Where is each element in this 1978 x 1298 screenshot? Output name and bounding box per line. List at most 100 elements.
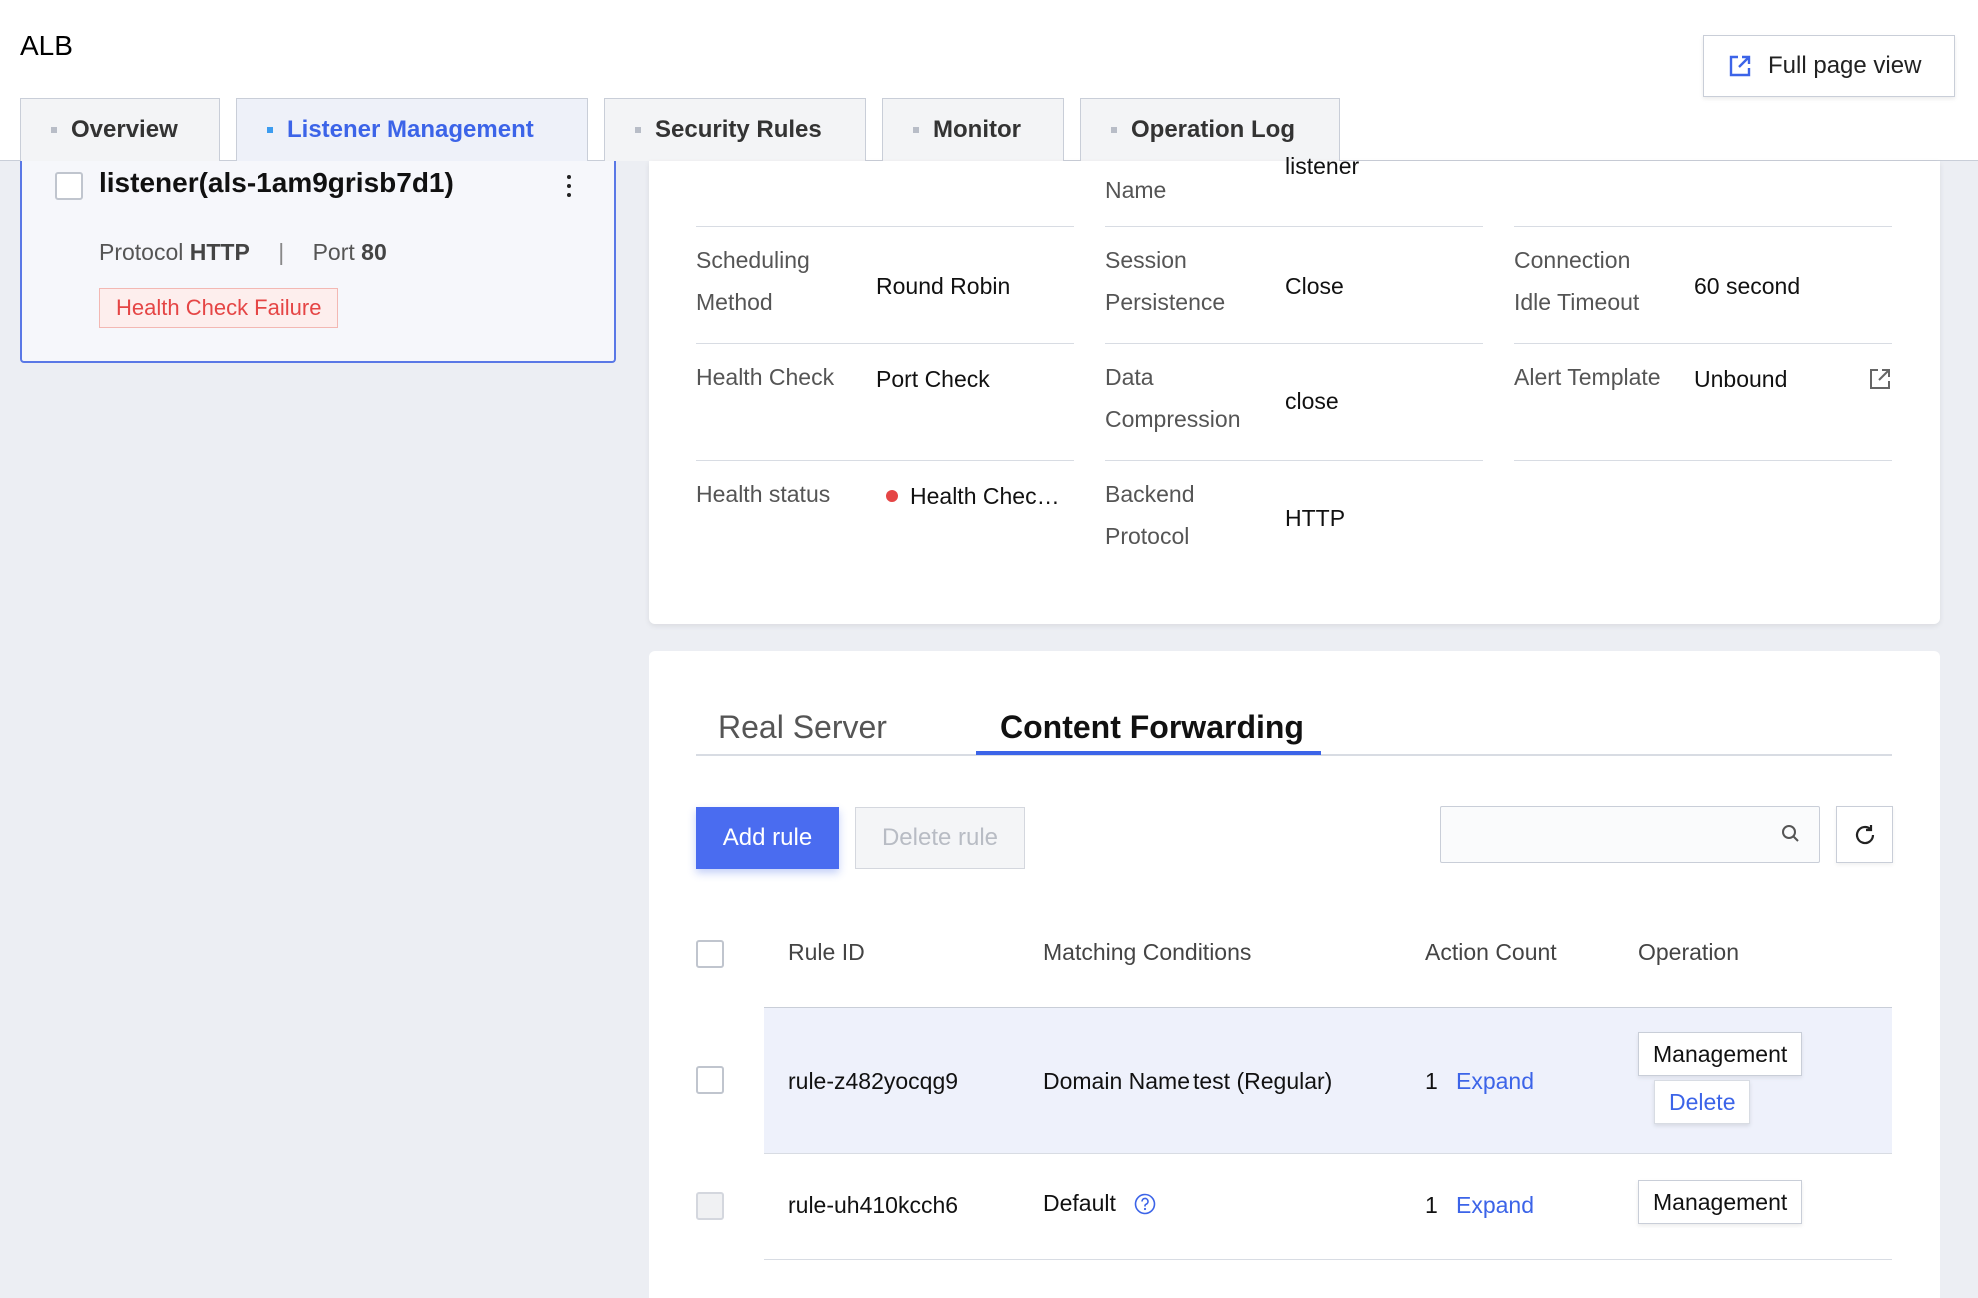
name-label: Name bbox=[1105, 177, 1167, 203]
search-field[interactable] bbox=[1440, 806, 1820, 863]
condition-type: Domain Name bbox=[1043, 1068, 1190, 1094]
table-row: rule-z482yocqg9 Domain Name test (Regula… bbox=[764, 1007, 1892, 1154]
column-header-rule-id: Rule ID bbox=[788, 939, 865, 965]
health-status-value: Health Chec… bbox=[886, 483, 1076, 510]
idle-value: 60 second bbox=[1694, 273, 1801, 299]
refresh-icon bbox=[1855, 824, 1874, 844]
column-header-operation: Operation bbox=[1638, 939, 1740, 965]
sub-tabs: Real Server Content Forwarding bbox=[696, 691, 1892, 756]
listener-checkbox[interactable] bbox=[55, 172, 83, 200]
tab-label: Overview bbox=[71, 116, 178, 143]
separator: | bbox=[278, 239, 285, 265]
action-count: 1 bbox=[1425, 1068, 1438, 1094]
alert-template-value: Unbound bbox=[1694, 366, 1788, 392]
tab-dot-icon bbox=[51, 127, 57, 133]
scheduling-label-line2: Method bbox=[696, 289, 773, 315]
scheduling-label-line1: Scheduling bbox=[696, 247, 810, 273]
tab-overview[interactable]: Overview bbox=[20, 98, 220, 161]
listener-name: listener(als-1am9grisb7d1) bbox=[99, 167, 454, 198]
rules-panel: Real Server Content Forwarding Add rule … bbox=[649, 651, 1940, 1298]
full-page-view-label: Full page view bbox=[1768, 52, 1922, 79]
search-icon[interactable] bbox=[1781, 824, 1801, 844]
listener-card[interactable]: listener(als-1am9grisb7d1) Protocol HTTP… bbox=[20, 161, 616, 363]
compression-value: close bbox=[1285, 388, 1339, 414]
compression-label-line1: Data bbox=[1105, 364, 1154, 390]
tab-label: Monitor bbox=[933, 116, 1021, 143]
tab-label: Security Rules bbox=[655, 116, 822, 143]
detail-cell-compression: Data Compression close bbox=[1105, 344, 1483, 461]
active-tab-underline bbox=[976, 751, 1321, 755]
health-check-failure-badge: Health Check Failure bbox=[99, 288, 339, 328]
port-label: Port bbox=[312, 239, 355, 265]
detail-cell-empty bbox=[696, 161, 1074, 227]
subtab-real-server[interactable]: Real Server bbox=[718, 709, 887, 746]
name-value: listener bbox=[1285, 153, 1360, 179]
column-header-matching-conditions: Matching Conditions bbox=[1043, 939, 1252, 965]
management-button[interactable]: Management bbox=[1638, 1180, 1803, 1224]
row-checkbox[interactable] bbox=[696, 1066, 724, 1094]
action-count: 1 bbox=[1425, 1192, 1438, 1218]
management-button[interactable]: Management bbox=[1638, 1032, 1803, 1076]
detail-cell-scheduling: Scheduling Method Round Robin bbox=[696, 227, 1074, 344]
search-input[interactable] bbox=[1441, 807, 1761, 862]
delete-rule-button: Delete rule bbox=[855, 807, 1025, 869]
tab-label: Operation Log bbox=[1131, 116, 1295, 143]
tab-dot-icon bbox=[635, 127, 641, 133]
health-check-value: Port Check bbox=[876, 366, 990, 392]
header: ALB Full page view Overview Listener Man… bbox=[0, 0, 1978, 161]
condition-value: test (Regular) bbox=[1193, 1068, 1333, 1094]
alert-template-label: Alert Template bbox=[1514, 364, 1661, 390]
help-icon[interactable] bbox=[1134, 1193, 1156, 1215]
add-rule-button[interactable]: Add rule bbox=[696, 807, 839, 869]
detail-cell-empty bbox=[1514, 161, 1892, 227]
refresh-button[interactable] bbox=[1836, 806, 1893, 863]
app-title: ALB bbox=[20, 30, 73, 61]
table-row: rule-uh410kcch6 Default 1 Expand Managem… bbox=[764, 1154, 1892, 1260]
expand-link[interactable]: Expand bbox=[1456, 1068, 1534, 1095]
condition-type: Default bbox=[1043, 1190, 1116, 1216]
tab-dot-icon bbox=[267, 127, 273, 133]
more-options-icon[interactable] bbox=[562, 171, 576, 201]
select-all-checkbox[interactable] bbox=[696, 940, 724, 968]
health-status-label: Health status bbox=[696, 481, 831, 507]
detail-cell-alert-template: Alert Template Unbound bbox=[1514, 344, 1892, 461]
compression-label-line2: Compression bbox=[1105, 406, 1241, 432]
error-status-dot-icon bbox=[886, 489, 898, 502]
edit-link-icon[interactable] bbox=[1869, 368, 1891, 390]
tab-dot-icon bbox=[913, 127, 919, 133]
detail-cell-health-status: Health status Health Chec… bbox=[696, 461, 1074, 581]
listener-protocol-port: Protocol HTTP | Port 80 bbox=[99, 239, 387, 266]
health-check-label: Health Check bbox=[696, 364, 835, 390]
tab-listener-management[interactable]: Listener Management bbox=[236, 98, 588, 161]
backend-value: HTTP bbox=[1285, 505, 1346, 531]
main-tabs: Overview Listener Management Security Ru… bbox=[20, 98, 1356, 161]
protocol-label: Protocol bbox=[99, 239, 184, 265]
detail-cell-idle-timeout: Connection Idle Timeout 60 second bbox=[1514, 227, 1892, 344]
backend-label-line1: Backend bbox=[1105, 481, 1195, 507]
column-header-action-count: Action Count bbox=[1425, 939, 1557, 965]
detail-cell-session: Session Persistence Close bbox=[1105, 227, 1483, 344]
scheduling-value: Round Robin bbox=[876, 273, 1011, 299]
external-link-icon bbox=[1729, 55, 1751, 77]
idle-label-line2: Idle Timeout bbox=[1514, 289, 1640, 315]
tab-operation-log[interactable]: Operation Log bbox=[1080, 98, 1340, 161]
rule-id: rule-z482yocqg9 bbox=[788, 1068, 959, 1094]
detail-cell-backend-protocol: Backend Protocol HTTP bbox=[1105, 461, 1483, 581]
session-label-line2: Persistence bbox=[1105, 289, 1226, 315]
full-page-view-button[interactable]: Full page view bbox=[1703, 35, 1955, 97]
tab-monitor[interactable]: Monitor bbox=[882, 98, 1064, 161]
delete-button[interactable]: Delete bbox=[1654, 1080, 1751, 1124]
rule-id: rule-uh410kcch6 bbox=[788, 1192, 959, 1218]
health-status-text: Health Chec… bbox=[910, 483, 1060, 509]
tab-label: Listener Management bbox=[287, 116, 534, 143]
detail-cell-health-check: Health Check Port Check bbox=[696, 344, 1074, 461]
expand-link[interactable]: Expand bbox=[1456, 1192, 1534, 1219]
listener-details-panel: Name listener Scheduling Method Round Ro… bbox=[649, 153, 1940, 624]
tab-security-rules[interactable]: Security Rules bbox=[604, 98, 866, 161]
subtab-content-forwarding[interactable]: Content Forwarding bbox=[1000, 709, 1304, 746]
session-label-line1: Session bbox=[1105, 247, 1187, 273]
backend-label-line2: Protocol bbox=[1105, 523, 1190, 549]
port-value: 80 bbox=[361, 239, 387, 265]
tab-dot-icon bbox=[1111, 127, 1117, 133]
protocol-value: HTTP bbox=[189, 239, 250, 265]
